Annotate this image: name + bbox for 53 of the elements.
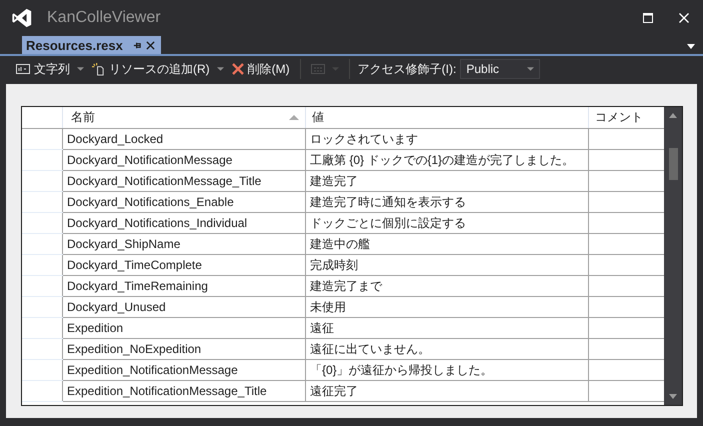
- access-modifier-label: アクセス修飾子(I):: [358, 60, 456, 78]
- table-cell: 建造中の艦: [306, 234, 588, 254]
- column-header[interactable]: 値: [306, 107, 588, 128]
- window-title: KanColleViewer: [47, 9, 161, 27]
- maximize-icon[interactable]: [643, 13, 653, 23]
- table-cell: Dockyard_Notifications_Individual: [62, 212, 306, 234]
- table-cell: Expedition_NotificationMessage_Title: [62, 380, 306, 402]
- table-cell: Dockyard_TimeComplete: [62, 254, 306, 276]
- toolbar-button[interactable]: 削除(M): [230, 58, 292, 80]
- scroll-up-icon[interactable]: [669, 113, 677, 118]
- caret-icon: [216, 67, 224, 71]
- table-cell: ドックごとに個別に設定する: [306, 212, 588, 234]
- tab-label: Resources.resx: [26, 38, 123, 52]
- table-cell: Dockyard_Notifications_Enable: [62, 192, 306, 212]
- toolbar-button[interactable]: 文字列: [14, 58, 86, 80]
- table-cell: Expedition_NotificationMessage: [62, 360, 306, 380]
- table-cell: 遠征に出ていません。: [306, 338, 588, 360]
- grid-icon: [310, 64, 325, 74]
- column-header[interactable]: 名前: [62, 107, 306, 128]
- access-modifier-dropdown[interactable]: Public: [460, 59, 540, 79]
- table-cell: 工廠第 {0} ドックでの{1}の建造が完了しました。: [306, 150, 588, 170]
- table-cell: Dockyard_Locked: [62, 128, 306, 150]
- delete-icon: [232, 63, 244, 75]
- scroll-down-icon[interactable]: [669, 394, 677, 399]
- close-icon[interactable]: [146, 40, 155, 50]
- table-cell: 建造完了まで: [306, 276, 588, 296]
- table-cell: Dockyard_NotificationMessage_Title: [62, 170, 306, 192]
- toolbar-button[interactable]: リソースの追加(R): [90, 58, 226, 80]
- pin-icon[interactable]: [132, 40, 142, 50]
- caret-icon: [527, 67, 534, 71]
- vertical-scrollbar[interactable]: [664, 107, 682, 405]
- table-cell: 「{0}」が遠征から帰投しました。: [306, 360, 588, 380]
- new-file-icon: [92, 62, 105, 76]
- column-header[interactable]: コメント: [588, 107, 664, 128]
- caret-icon: [77, 67, 84, 71]
- table-cell: 遠征完了: [306, 380, 588, 402]
- text-field-icon: [16, 64, 30, 74]
- table-cell: Expedition_NoExpedition: [62, 338, 306, 360]
- table-cell: Expedition: [62, 318, 306, 338]
- table-cell: Dockyard_NotificationMessage: [62, 150, 306, 170]
- table-cell: 完成時刻: [306, 254, 588, 276]
- table-cell: 建造完了時に通知を表示する: [306, 192, 588, 212]
- table-cell: Dockyard_Unused: [62, 296, 306, 318]
- table-cell: Dockyard_ShipName: [62, 234, 306, 254]
- table-cell: 遠征: [306, 318, 588, 338]
- document-tab[interactable]: Resources.resx: [22, 36, 161, 54]
- table-cell: 未使用: [306, 296, 588, 318]
- table-cell: ロックされています: [306, 128, 588, 150]
- logo-icon: [11, 7, 33, 29]
- scroll-thumb[interactable]: [668, 148, 678, 180]
- dropdown-icon[interactable]: [687, 44, 695, 49]
- table-cell: 建造完了: [306, 170, 588, 192]
- table-cell: Dockyard_TimeRemaining: [62, 276, 306, 296]
